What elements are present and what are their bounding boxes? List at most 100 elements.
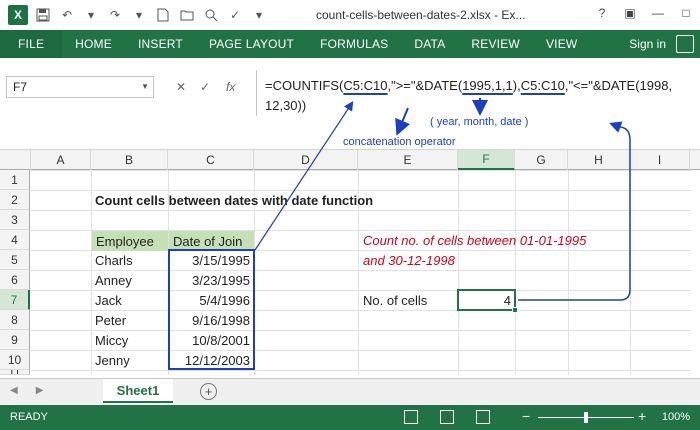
column-header-a[interactable]: A — [31, 150, 91, 170]
confirm-entry-icon[interactable]: ✓ — [200, 80, 210, 94]
formula-bar-area: F7 ▼ ✕ ✓ fx =COUNTIFS(C5:C10,">="&DATE(1… — [0, 58, 700, 150]
column-header-c[interactable]: C — [168, 150, 254, 170]
open-icon[interactable] — [178, 6, 196, 24]
employee-name[interactable]: Peter — [91, 310, 130, 330]
row-header-2[interactable]: 2 — [0, 190, 30, 210]
zoom-out-icon[interactable]: − — [522, 408, 530, 424]
sign-in-link[interactable]: Sign in — [629, 30, 666, 58]
tab-review[interactable]: REVIEW — [458, 30, 533, 58]
column-header-e[interactable]: E — [358, 150, 458, 170]
name-box-value: F7 — [13, 80, 28, 94]
quick-access-toolbar: X ↶ ▾ ↷ ▾ ✓ ▾ — [0, 5, 268, 25]
row-header-1[interactable]: 1 — [0, 170, 30, 190]
sheet-tab-sheet1[interactable]: Sheet1 — [103, 379, 173, 403]
gridline — [630, 170, 631, 375]
formula-date-args: 1995,1,1 — [462, 78, 513, 93]
sheet-title[interactable]: Count cells between dates with date func… — [91, 190, 377, 210]
gridline — [568, 170, 569, 375]
formula-text: =COUNTIFS( — [265, 78, 344, 93]
normal-view-icon[interactable] — [404, 410, 418, 424]
ribbon-display-icon[interactable]: ▣ — [616, 0, 644, 26]
row-header-4[interactable]: 4 — [0, 230, 30, 250]
row-header-3[interactable]: 3 — [0, 210, 30, 230]
insert-function-icon[interactable]: fx — [226, 80, 235, 94]
column-header-i[interactable]: I — [630, 150, 690, 170]
label-no-of-cells[interactable]: No. of cells — [359, 290, 431, 310]
page-layout-view-icon[interactable] — [440, 410, 454, 424]
ribbon-tabs: FILE HOME INSERT PAGE LAYOUT FORMULAS DA… — [0, 30, 700, 58]
print-preview-icon[interactable] — [202, 6, 220, 24]
tab-insert[interactable]: INSERT — [125, 30, 196, 58]
tab-formulas[interactable]: FORMULAS — [307, 30, 401, 58]
excel-logo-icon: X — [8, 5, 28, 25]
employee-name[interactable]: Miccy — [91, 330, 132, 350]
gridline — [515, 170, 516, 375]
zoom-slider-thumb[interactable] — [584, 412, 588, 423]
undo-icon[interactable]: ↶ — [58, 6, 76, 24]
employee-name[interactable]: Jenny — [91, 350, 134, 370]
add-sheet-icon[interactable]: + — [200, 383, 217, 400]
row-header-5[interactable]: 5 — [0, 250, 30, 270]
prev-sheet-icon[interactable]: ◀ — [10, 385, 18, 396]
note-line-1[interactable]: Count no. of cells between 01-01-1995 — [359, 230, 590, 250]
tab-home[interactable]: HOME — [62, 30, 125, 58]
formula-range-ref: C5:C10 — [520, 78, 565, 93]
header-employee[interactable]: Employee — [92, 231, 168, 251]
column-header-b[interactable]: B — [91, 150, 168, 170]
page-break-view-icon[interactable] — [476, 410, 490, 424]
active-cell-border — [457, 289, 518, 313]
help-icon[interactable]: ? — [588, 0, 616, 26]
title-bar: X ↶ ▾ ↷ ▾ ✓ ▾ count-cells-between-dates-… — [0, 0, 700, 30]
sheet-tab-bar: ◀ ▶ Sheet1 + — [0, 378, 700, 404]
range-highlight-c5-c10 — [168, 249, 255, 370]
row-header-9[interactable]: 9 — [0, 330, 30, 350]
sheet-navigation: ◀ ▶ — [10, 385, 43, 396]
employee-name[interactable]: Charls — [91, 250, 137, 270]
column-header-d[interactable]: D — [254, 150, 358, 170]
new-icon[interactable] — [154, 6, 172, 24]
zoom-level[interactable]: 100% — [662, 411, 690, 423]
status-ready: READY — [10, 411, 48, 423]
save-icon[interactable] — [34, 6, 52, 24]
annotation-concatenation: concatenation operator — [343, 136, 456, 148]
zoom-in-icon[interactable]: + — [638, 408, 646, 424]
employee-name[interactable]: Anney — [91, 270, 136, 290]
minimize-icon[interactable]: — — [644, 0, 672, 26]
avatar[interactable] — [676, 35, 694, 53]
header-date-of-join[interactable]: Date of Join — [169, 231, 254, 251]
note-line-2[interactable]: and 30-12-1998 — [359, 250, 459, 270]
name-box[interactable]: F7 ▼ — [6, 76, 154, 98]
tab-data[interactable]: DATA — [401, 30, 458, 58]
ok-check-icon[interactable]: ✓ — [226, 6, 244, 24]
cancel-entry-icon[interactable]: ✕ — [176, 80, 186, 94]
row-header-11[interactable]: 11 — [0, 370, 30, 375]
row-header-7[interactable]: 7 — [0, 290, 30, 310]
dropdown-icon[interactable]: ▾ — [130, 6, 148, 24]
column-header-h[interactable]: H — [568, 150, 630, 170]
next-sheet-icon[interactable]: ▶ — [36, 385, 44, 396]
document-title: count-cells-between-dates-2.xlsx - Ex... — [316, 8, 526, 22]
employee-name[interactable]: Jack — [91, 290, 126, 310]
tab-file[interactable]: FILE — [0, 30, 63, 58]
tab-view[interactable]: VIEW — [533, 30, 590, 58]
window-controls: ? ▣ — □ — [588, 0, 700, 26]
row-header-8[interactable]: 8 — [0, 310, 30, 330]
row-header-6[interactable]: 6 — [0, 270, 30, 290]
dropdown-icon[interactable]: ▾ — [82, 6, 100, 24]
column-header-f[interactable]: F — [458, 150, 515, 170]
column-headers: A B C D E F G H I — [0, 150, 700, 170]
formula-range-ref: C5:C10 — [343, 78, 388, 93]
formula-input[interactable]: =COUNTIFS(C5:C10,">="&DATE(1995,1,1),C5:… — [256, 70, 700, 116]
formula-text: ,">="&DATE( — [387, 78, 463, 93]
select-all-corner[interactable] — [0, 150, 31, 170]
formula-text: ,"<="&DATE(1998, — [564, 78, 673, 93]
worksheet-grid[interactable]: Count cells between dates with date func… — [31, 170, 691, 375]
fill-handle[interactable] — [512, 307, 518, 313]
name-box-dropdown-icon[interactable]: ▼ — [141, 82, 149, 91]
tab-page-layout[interactable]: PAGE LAYOUT — [196, 30, 307, 58]
customize-icon[interactable]: ▾ — [250, 6, 268, 24]
row-header-10[interactable]: 10 — [0, 350, 30, 370]
redo-icon[interactable]: ↷ — [106, 6, 124, 24]
column-header-g[interactable]: G — [515, 150, 568, 170]
maximize-icon[interactable]: □ — [672, 0, 700, 26]
